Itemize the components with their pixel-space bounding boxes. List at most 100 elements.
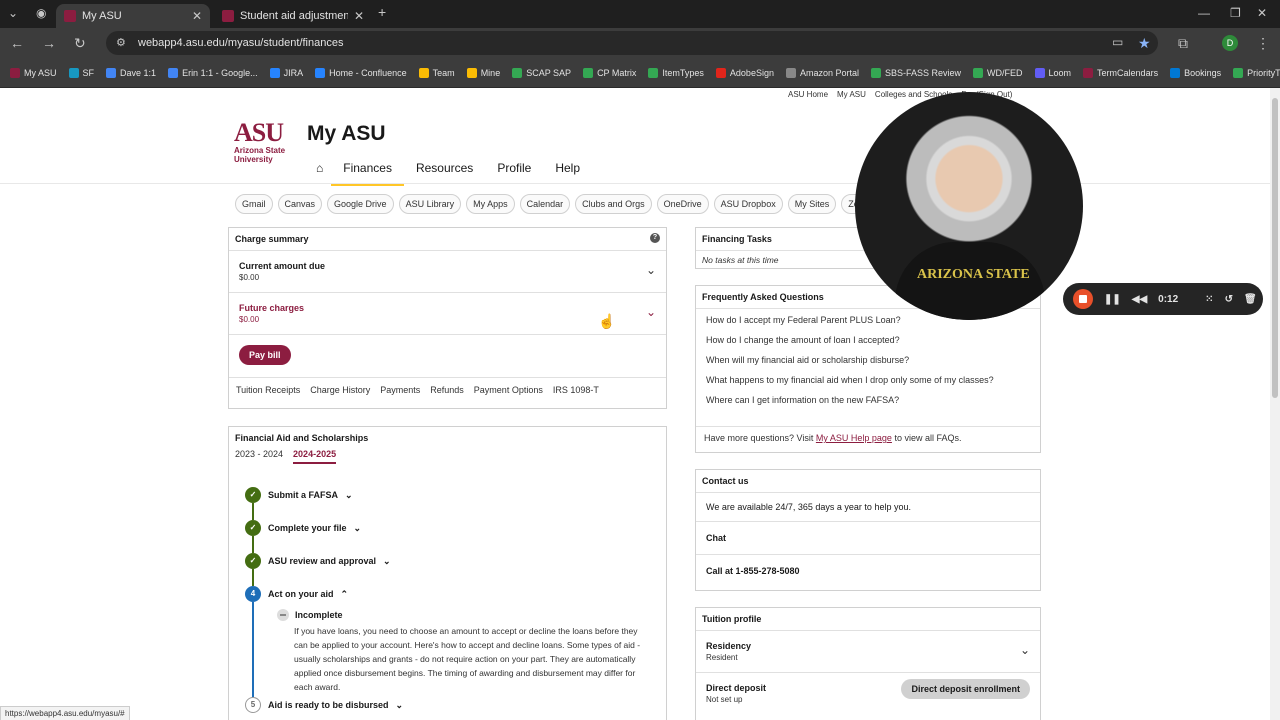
chevron-down-icon[interactable]: ⌄ [354,523,362,534]
bookmark-sbs-fass-review[interactable]: SBS-FASS Review [871,67,961,78]
minimize-icon[interactable]: — [1198,6,1210,20]
forward-icon[interactable]: → [42,35,56,51]
tab-group-icon[interactable]: ◉ [36,6,46,20]
grid-icon[interactable]: ⁙ [1205,294,1213,305]
bookmark-amazon-portal[interactable]: Amazon Portal [785,67,859,78]
top-link-1[interactable]: My ASU [837,90,866,99]
residency-row[interactable]: Residency Resident ⌄ [696,631,1040,673]
aid-step-complete-your-file[interactable]: ✓ Complete your file ⌄ [245,520,361,536]
new-tab-button[interactable]: + [378,4,386,20]
tab-search-icon[interactable]: ⌄ [8,6,18,20]
url-input[interactable]: ⚙ webapp4.asu.edu/myasu/student/finances [106,31,1158,55]
bookmark-prioritytickets[interactable]: PriorityTickets [1233,67,1280,78]
profile-avatar[interactable]: D [1222,35,1238,51]
quick-link-canvas[interactable]: Canvas [277,194,323,214]
bookmark-termcalendars[interactable]: TermCalendars [1083,67,1158,78]
page-scrollbar[interactable] [1270,88,1280,720]
menu-icon[interactable]: ⋮ [1256,35,1270,52]
bookmark-star-icon[interactable]: ★ [1138,35,1151,52]
tab-2024-2025[interactable]: 2024-2025 [293,449,337,464]
close-tab-icon[interactable]: ✕ [192,9,202,23]
quick-link-my-apps[interactable]: My Apps [466,194,515,214]
aid-step-submit-a-fafsa[interactable]: ✓ Submit a FAFSA ⌄ [245,487,353,503]
stop-recording-button[interactable] [1073,289,1093,309]
bookmark-cp-matrix[interactable]: CP Matrix [583,67,636,78]
charge-link-tuition-receipts[interactable]: Tuition Receipts [236,385,300,395]
chevron-down-icon[interactable]: ⌄ [396,700,404,711]
pause-icon[interactable]: ❚❚ [1104,294,1121,305]
tab-2023-2024[interactable]: 2023 - 2024 [235,449,283,464]
reload-icon[interactable]: ↻ [74,35,86,52]
quick-link-calendar[interactable]: Calendar [519,194,571,214]
extensions-icon[interactable]: ⧉ [1178,35,1188,52]
faq-question[interactable]: How do I change the amount of loan I acc… [706,335,1030,345]
bookmark-erin-1-1-google[interactable]: Erin 1:1 - Google... [168,67,258,78]
bookmark-loom[interactable]: Loom [1034,67,1071,78]
charge-link-payment-options[interactable]: Payment Options [474,385,543,395]
bookmark-label: Erin 1:1 - Google... [182,67,258,78]
chevron-down-icon[interactable]: ⌄ [646,263,656,277]
aid-step-act-on-your-aid[interactable]: 4 Act on your aid ⌃ [245,586,348,602]
rewind-icon[interactable]: ◀◀ [1132,294,1147,305]
bookmark-home-confluence[interactable]: Home - Confluence [315,67,407,78]
charge-link-irs-1098-t[interactable]: IRS 1098-T [553,385,599,395]
quick-link-asu-library[interactable]: ASU Library [398,194,462,214]
bookmark-mine[interactable]: Mine [466,67,500,78]
bookmark-my-asu[interactable]: My ASU [10,67,57,78]
current-amount-row[interactable]: Current amount due $0.00 ⌄ [229,251,666,293]
bookmark-dave-1-1[interactable]: Dave 1:1 [106,67,156,78]
aid-step-asu-review-and-approval[interactable]: ✓ ASU review and approval ⌄ [245,553,391,569]
top-link-0[interactable]: ASU Home [788,90,828,99]
home-icon[interactable]: ⌂ [310,158,331,186]
cast-icon[interactable]: ▭ [1112,35,1123,49]
pay-bill-button[interactable]: Pay bill [239,345,291,365]
chevron-up-icon[interactable]: ⌃ [341,589,349,600]
quick-link-clubs-and-orgs[interactable]: Clubs and Orgs [575,194,652,214]
faq-question[interactable]: Where can I get information on the new F… [706,395,1030,405]
nav-profile[interactable]: Profile [485,158,543,186]
help-page-link[interactable]: My ASU Help page [816,433,892,443]
charge-link-charge-history[interactable]: Charge History [310,385,370,395]
scrollbar-thumb[interactable] [1272,98,1278,398]
direct-deposit-enrollment-button[interactable]: Direct deposit enrollment [901,679,1030,699]
back-icon[interactable]: ← [10,35,24,51]
tab-student-aid[interactable]: Student aid adjustment & re ✕ [214,4,372,28]
nav-resources[interactable]: Resources [404,158,485,186]
bookmark-team[interactable]: Team [418,67,455,78]
restore-icon[interactable]: ❐ [1230,6,1241,20]
chevron-down-icon[interactable]: ⌄ [383,556,391,567]
trash-icon[interactable]: 🗑 [1244,294,1257,305]
asu-logo[interactable]: ASU Arizona State University [234,120,298,165]
bookmark-scap-sap[interactable]: SCAP SAP [512,67,571,78]
bookmark-itemtypes[interactable]: ItemTypes [648,67,704,78]
faq-question[interactable]: What happens to my financial aid when I … [706,375,1030,385]
tab-my-asu[interactable]: My ASU ✕ [56,4,210,28]
quick-link-asu-dropbox[interactable]: ASU Dropbox [713,194,783,214]
nav-finances[interactable]: Finances [331,158,404,186]
bookmark-bookings[interactable]: Bookings [1170,67,1221,78]
faq-question[interactable]: When will my financial aid or scholarshi… [706,355,1030,365]
aid-step-label: Aid is ready to be disbursed [268,700,389,710]
quick-link-onedrive[interactable]: OneDrive [656,194,709,214]
bookmark-wd-fed[interactable]: WD/FED [973,67,1023,78]
close-window-icon[interactable]: ✕ [1257,6,1267,20]
restart-icon[interactable]: ↺ [1225,294,1233,305]
charge-link-payments[interactable]: Payments [380,385,420,395]
help-icon[interactable]: ? [650,233,660,243]
bookmark-sf[interactable]: SF [68,67,94,78]
charge-link-refunds[interactable]: Refunds [430,385,464,395]
chevron-down-icon[interactable]: ⌄ [646,305,656,319]
site-info-icon[interactable]: ⚙ [116,31,126,55]
quick-link-google-drive[interactable]: Google Drive [327,194,394,214]
aid-step-aid-is-ready-to-be-disbursed[interactable]: 5 Aid is ready to be disbursed ⌄ [245,697,403,713]
nav-help[interactable]: Help [543,158,592,186]
bookmark-jira[interactable]: JIRA [269,67,303,78]
quick-link-gmail[interactable]: Gmail [235,194,273,214]
call-link[interactable]: Call at 1-855-278-5080 [696,555,1040,587]
quick-link-my-sites[interactable]: My Sites [787,194,837,214]
close-tab-icon[interactable]: ✕ [354,9,364,23]
chevron-down-icon[interactable]: ⌄ [345,490,353,501]
chat-link[interactable]: Chat [696,522,1040,555]
bookmark-adobesign[interactable]: AdobeSign [715,67,774,78]
chevron-down-icon[interactable]: ⌄ [1020,643,1030,657]
